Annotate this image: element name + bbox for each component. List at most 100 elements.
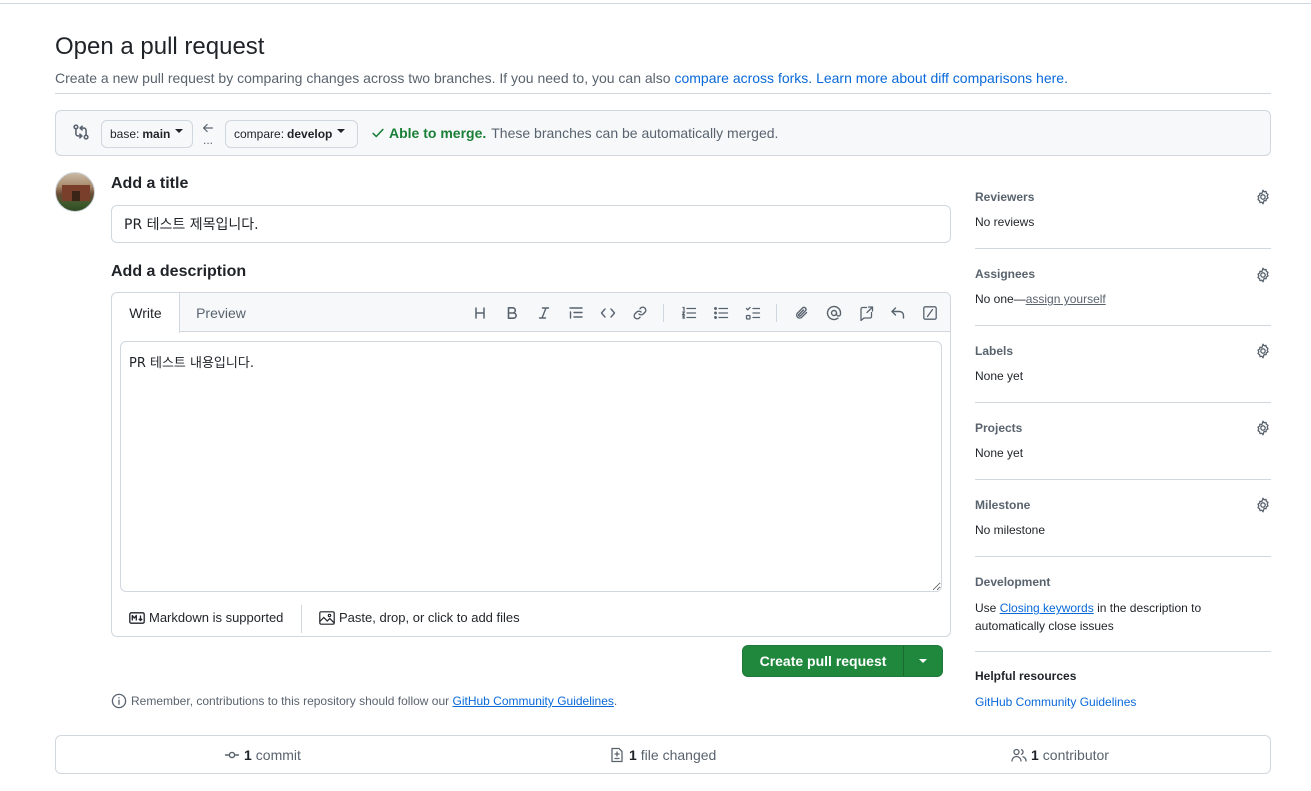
labels-title: Labels <box>975 344 1014 358</box>
description-label: Add a description <box>111 263 247 280</box>
files-label: file changed <box>640 747 717 763</box>
git-compare-icon <box>73 124 89 140</box>
chevron-down-icon <box>337 129 346 133</box>
help-guidelines-link[interactable]: GitHub Community Guidelines <box>975 695 1136 709</box>
gear-icon[interactable] <box>1255 189 1271 205</box>
assignees-section: Assignees No one—assign yourself <box>975 249 1271 326</box>
base-branch-name: main <box>142 127 171 141</box>
merge-ok-text: Able to merge. <box>389 125 487 141</box>
unordered-list-icon[interactable] <box>712 304 730 322</box>
editor-footer: Markdown is supported Paste, drop, or cl… <box>112 599 950 636</box>
pr-summary-bar: 1 commit 1 file changed 1 contributor <box>55 735 1271 774</box>
title-label: Add a title <box>111 175 189 192</box>
description-textarea[interactable]: PR 테스트 내용입니다. <box>120 341 942 592</box>
merge-status: Able to merge. These branches can be aut… <box>371 125 778 141</box>
assignees-prefix: No one— <box>975 292 1026 306</box>
assignees-value: No one—assign yourself <box>975 292 1106 306</box>
mention-icon[interactable] <box>825 304 843 322</box>
page-header: Open a pull request Create a new pull re… <box>55 33 1271 88</box>
heading-icon[interactable] <box>471 304 489 322</box>
helpful-resources-title: Helpful resources <box>975 669 1077 683</box>
tab-preview[interactable]: Preview <box>180 293 262 333</box>
gear-icon[interactable] <box>1255 420 1271 436</box>
ordered-list-icon[interactable] <box>680 304 698 322</box>
community-guidelines-link[interactable]: GitHub Community Guidelines <box>453 694 614 708</box>
italic-icon[interactable] <box>535 304 553 322</box>
assign-yourself-link[interactable]: assign yourself <box>1026 292 1106 306</box>
projects-value: None yet <box>975 446 1024 460</box>
merge-message: These branches can be automatically merg… <box>491 125 779 141</box>
contributors-label: contributor <box>1042 747 1109 763</box>
milestone-title: Milestone <box>975 498 1031 512</box>
top-border <box>0 0 1311 4</box>
contributors-count: 1 <box>1031 747 1039 763</box>
file-upload-text: Paste, drop, or click to add files <box>339 610 520 625</box>
description-editor: Write Preview PR 테스트 내용입니다. Markdown is … <box>111 292 951 637</box>
bold-icon[interactable] <box>503 304 521 322</box>
info-icon <box>111 693 127 709</box>
projects-section: Projects None yet <box>975 403 1271 480</box>
milestone-value: No milestone <box>975 523 1046 537</box>
slash-command-icon[interactable] <box>921 304 939 322</box>
commit-icon <box>225 751 239 759</box>
commits-label: commit <box>255 747 301 763</box>
closing-keywords-link[interactable]: Closing keywords <box>1000 601 1094 615</box>
development-title: Development <box>975 575 1051 589</box>
markdown-note-text: Markdown is supported <box>149 610 284 625</box>
tab-write[interactable]: Write <box>112 293 180 333</box>
create-pull-request-button[interactable]: Create pull request <box>743 646 904 676</box>
development-prefix: Use <box>975 601 997 615</box>
development-value: Use Closing keywords in the description … <box>975 599 1235 635</box>
files-count: 1 <box>629 747 637 763</box>
labels-section: Labels None yet <box>975 326 1271 403</box>
people-icon <box>1011 748 1027 762</box>
avatar <box>55 172 95 212</box>
task-list-icon[interactable] <box>744 304 762 322</box>
learn-more-link[interactable]: Learn more about diff comparisons here. <box>816 70 1068 86</box>
check-icon <box>372 128 384 138</box>
reminder-text: Remember, contributions to this reposito… <box>131 694 450 708</box>
compare-forks-link[interactable]: compare across forks. <box>674 70 812 86</box>
milestone-section: Milestone No milestone <box>975 480 1271 557</box>
base-branch-select[interactable]: base: main <box>101 120 193 148</box>
gear-icon[interactable] <box>1255 267 1271 283</box>
attach-icon[interactable] <box>793 304 811 322</box>
contribution-reminder: Remember, contributions to this reposito… <box>111 693 617 709</box>
image-icon <box>319 610 335 625</box>
file-upload-area[interactable]: Paste, drop, or click to add files <box>319 610 520 625</box>
page-subtitle: Create a new pull request by comparing c… <box>55 68 1271 88</box>
gear-icon[interactable] <box>1255 497 1271 513</box>
code-icon[interactable] <box>599 304 617 322</box>
toolbar-divider <box>663 304 664 322</box>
header-divider <box>55 93 1271 94</box>
avatar-door <box>72 191 80 201</box>
ellipsis-icon: ... <box>203 133 214 147</box>
base-prefix: base: <box>110 127 140 141</box>
editor-header: Write Preview <box>112 293 950 333</box>
title-input[interactable] <box>111 205 951 243</box>
page-title: Open a pull request <box>55 33 265 60</box>
compare-prefix: compare: <box>234 127 285 141</box>
projects-title: Projects <box>975 421 1023 435</box>
reviewers-title: Reviewers <box>975 190 1035 204</box>
gear-icon[interactable] <box>1255 343 1271 359</box>
footer-divider <box>301 605 302 633</box>
labels-value: None yet <box>975 369 1024 383</box>
subtitle-text: Create a new pull request by comparing c… <box>55 70 671 86</box>
commits-summary[interactable]: 1 commit <box>224 747 301 763</box>
quote-icon[interactable] <box>567 304 585 322</box>
compare-branch-select[interactable]: compare: develop <box>225 120 358 148</box>
compare-bar: base: main ... compare: develop Able to … <box>55 110 1271 156</box>
chevron-down-icon <box>175 129 184 133</box>
files-summary[interactable]: 1 file changed <box>609 747 716 763</box>
reference-icon[interactable] <box>857 304 875 322</box>
link-icon[interactable] <box>631 304 649 322</box>
create-pull-request-button-group: Create pull request <box>742 645 943 677</box>
undo-icon[interactable] <box>889 304 907 322</box>
create-options-dropdown[interactable] <box>904 646 942 676</box>
triangle-down-icon <box>919 659 927 663</box>
reviewers-value: No reviews <box>975 215 1035 229</box>
contributors-summary[interactable]: 1 contributor <box>1011 747 1109 763</box>
markdown-note[interactable]: Markdown is supported <box>129 610 283 625</box>
file-diff-icon <box>611 747 623 763</box>
